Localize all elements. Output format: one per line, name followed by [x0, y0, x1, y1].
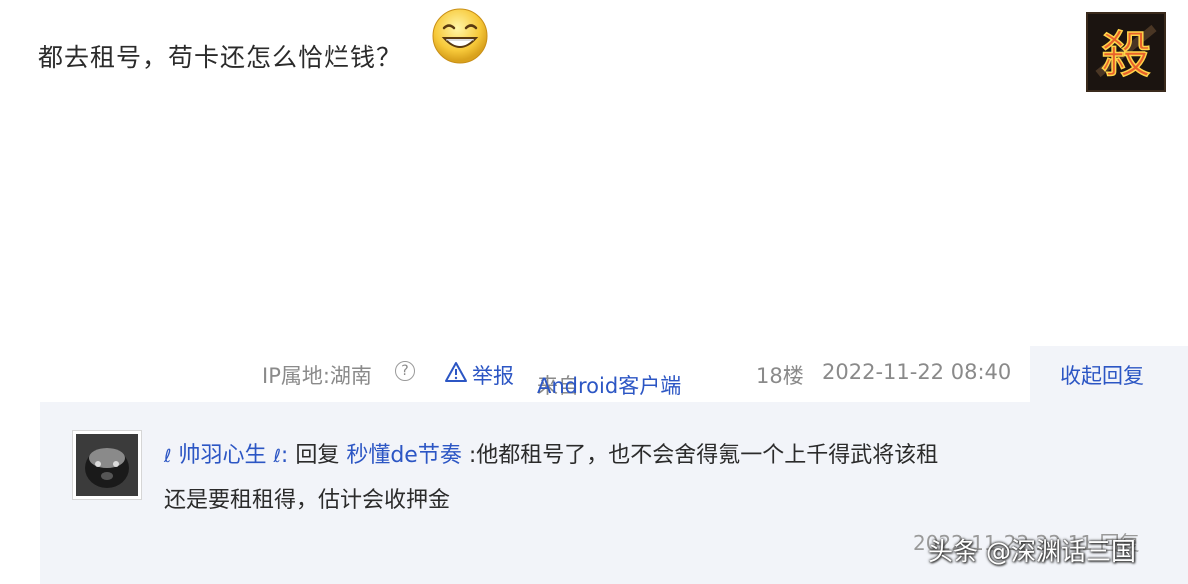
reply-username-link[interactable]: 帅羽心生 — [178, 443, 266, 468]
reply-word: 回复 — [295, 443, 340, 468]
post-content: 都去租号，苟卡还怎么恰烂钱？ — [38, 43, 403, 72]
watermark: 头条 @深渊话三国 — [928, 537, 1136, 566]
reply-text-line1: :他都租号了，也不会舍得氪一个上千得武将该租 — [468, 443, 939, 468]
reply-first-line: ℓ 帅羽心生 ℓ: 回复 秒懂de节奏 :他都租号了，也不会舍得氪一个上千得武将… — [164, 443, 939, 468]
post-timestamp: 2022-11-22 08:40 — [822, 360, 1012, 384]
android-client-link[interactable]: Android客户端 — [537, 370, 681, 400]
decor-icon: ℓ — [273, 446, 281, 467]
reply-text-line2: 还是要租租得，估计会收押金 — [164, 488, 451, 513]
reply-target-user-link[interactable]: 秒懂de节奏 — [346, 443, 462, 468]
user-avatar[interactable]: 殺 — [1086, 12, 1166, 92]
avatar-glyph: 殺 — [1101, 26, 1151, 84]
report-link[interactable]: 举报 — [472, 360, 514, 390]
decor-icon: ℓ — [164, 446, 172, 467]
grinning-face-emoji-icon — [430, 6, 490, 66]
warning-triangle-icon[interactable] — [444, 361, 468, 383]
floor-number: 18楼 — [756, 364, 804, 388]
collapse-replies-button[interactable]: 收起回复 — [1060, 360, 1144, 390]
post-meta-bar: IP属地:湖南 ? 举报 来自 Android客户端 18楼 2022-11-22… — [0, 350, 1188, 398]
question-circle-icon[interactable]: ? — [395, 361, 415, 381]
reply-user-avatar[interactable] — [72, 430, 142, 500]
ip-location: IP属地:湖南 — [262, 364, 372, 388]
